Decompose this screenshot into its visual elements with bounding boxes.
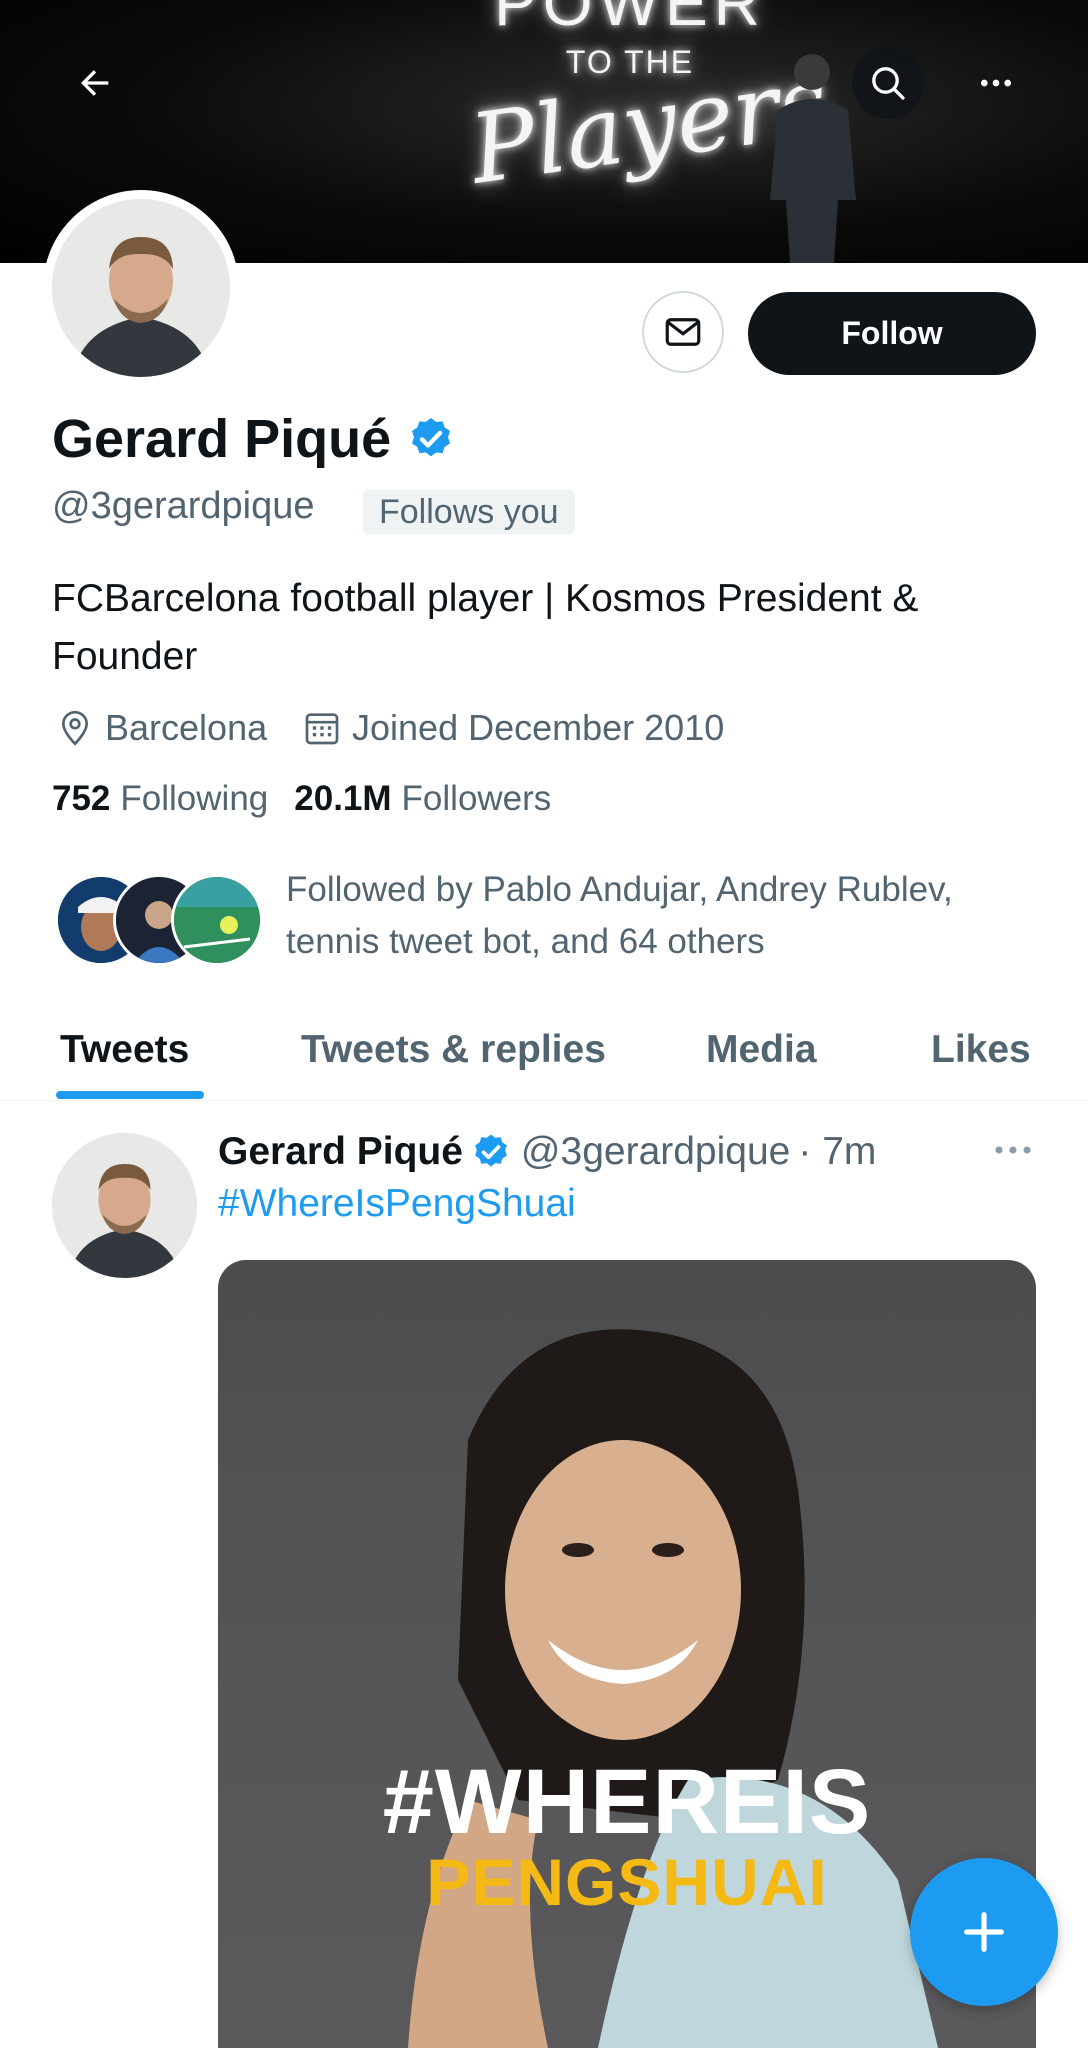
profile-bio: FCBarcelona football player | Kosmos Pre… (52, 577, 919, 678)
tweet-author-handle: @3gerardpique (520, 1130, 791, 1173)
verified-badge-icon (475, 1134, 507, 1167)
followers-label: Followers (401, 779, 552, 818)
active-tab-indicator (56, 1091, 204, 1099)
followers-count: 20.1M (294, 779, 392, 818)
tab-likes[interactable]: Likes (931, 1000, 1031, 1100)
follow-button[interactable]: Follow (748, 292, 1036, 375)
followers-link[interactable]: 20.1M Followers (294, 779, 551, 819)
tweet-time[interactable]: · 7m (798, 1130, 876, 1174)
joined-text: Joined December 2010 (352, 707, 725, 748)
location-pin-icon (61, 710, 89, 746)
banner-neon-players: Players (463, 44, 835, 206)
more-horizontal-icon (995, 1146, 1031, 1154)
message-button[interactable] (642, 291, 724, 373)
tweet-author-avatar[interactable] (52, 1133, 197, 1278)
profile-handle: @3gerardpique (52, 485, 315, 527)
banner-neon-power: POWER (494, 0, 766, 39)
avatar (171, 874, 263, 966)
search-button[interactable] (852, 47, 924, 119)
back-button[interactable] (59, 47, 131, 119)
compose-tweet-button[interactable] (910, 1858, 1058, 2006)
envelope-icon (665, 318, 701, 346)
plus-icon (964, 1912, 1004, 1952)
tweet-more-button[interactable] (990, 1130, 1036, 1170)
search-icon (872, 67, 905, 100)
follows-you-badge: Follows you (363, 490, 575, 534)
following-count: 752 (52, 779, 111, 818)
tweet-author-name[interactable]: Gerard Piqué (218, 1130, 463, 1174)
verified-badge-icon (412, 418, 451, 457)
profile-name: Gerard Piqué (52, 409, 392, 469)
more-horizontal-icon (981, 79, 1011, 87)
follow-counts: 752 Following 20.1M Followers (52, 779, 551, 819)
profile-tabs: Tweets Tweets & replies Media Likes (0, 1000, 1088, 1101)
tab-media[interactable]: Media (706, 1000, 817, 1100)
profile-avatar[interactable] (43, 190, 239, 386)
profile-joined: Joined December 2010 (302, 700, 724, 756)
calendar-icon (305, 713, 339, 745)
arrow-left-icon (81, 70, 109, 96)
tab-tweets[interactable]: Tweets (60, 1000, 189, 1100)
more-button[interactable] (960, 47, 1032, 119)
location-text: Barcelona (105, 707, 268, 748)
media-text-whereis: #WHEREIS (382, 1751, 872, 1853)
tweet-header: Gerard Piqué @3gerardpique · 7m (218, 1124, 876, 1180)
profile-name-row: Gerard Piqué (52, 408, 455, 470)
followed-by-text[interactable]: Followed by Pablo Andujar, Andrey Rublev… (286, 864, 1046, 968)
following-label: Following (120, 779, 269, 818)
avatar-image (52, 199, 230, 377)
mutual-followers-avatars[interactable] (55, 874, 265, 966)
tab-tweets-replies[interactable]: Tweets & replies (301, 1000, 606, 1100)
tweet-text-hashtag[interactable]: #WhereIsPengShuai (218, 1182, 576, 1226)
profile-location: Barcelona (55, 700, 267, 756)
following-link[interactable]: 752 Following (52, 779, 268, 819)
